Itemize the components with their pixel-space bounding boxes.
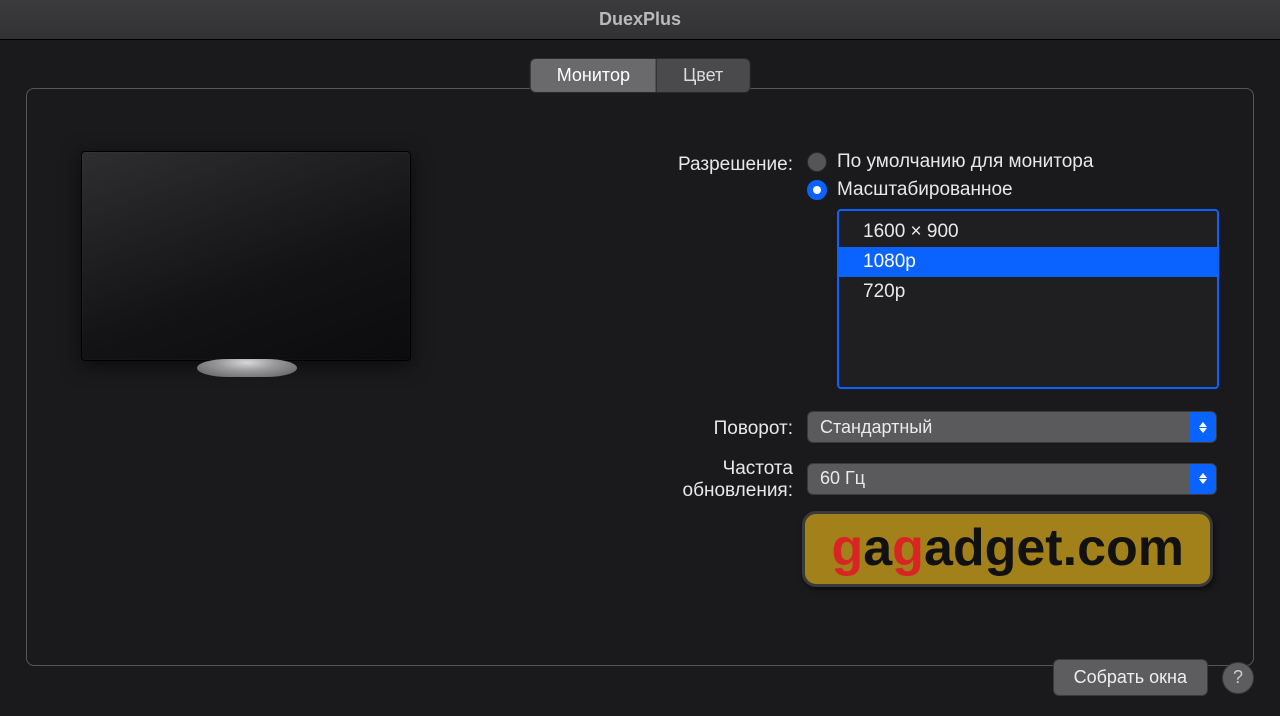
resolution-option[interactable]: 1600 × 900	[839, 217, 1217, 247]
tab-monitor[interactable]: Монитор	[531, 59, 656, 92]
bottom-bar: Собрать окна ?	[1053, 659, 1254, 696]
settings-panel: Разрешение: По умолчанию для монитора Ма…	[26, 88, 1254, 666]
radio-default-label: По умолчанию для монитора	[837, 151, 1093, 173]
label-resolution: Разрешение:	[607, 151, 807, 176]
label-rotation: Поворот:	[607, 415, 807, 440]
resolution-option[interactable]: 1080p	[839, 247, 1217, 277]
content-area: Монитор Цвет Разрешение: По умолчанию дл…	[0, 40, 1280, 716]
row-rotation: Поворот: Стандартный	[607, 411, 1231, 443]
window-titlebar: DuexPlus	[0, 0, 1280, 40]
monitor-preview-stand	[197, 359, 297, 377]
rotation-value: Стандартный	[820, 417, 932, 438]
help-button[interactable]: ?	[1222, 662, 1254, 694]
refresh-value: 60 Гц	[820, 468, 865, 489]
radio-scaled-resolution[interactable]: Масштабированное	[807, 179, 1231, 201]
chevron-updown-icon	[1190, 412, 1216, 442]
resolution-option[interactable]: 720p	[839, 277, 1217, 307]
refresh-popup[interactable]: 60 Гц	[807, 463, 1217, 495]
window-title: DuexPlus	[599, 9, 681, 30]
row-resolution: Разрешение: По умолчанию для монитора Ма…	[607, 151, 1231, 389]
monitor-preview	[81, 151, 411, 361]
tab-color[interactable]: Цвет	[656, 59, 749, 92]
watermark-part: g	[892, 519, 924, 577]
watermark-part: adget.com	[924, 519, 1184, 577]
label-refresh: Частота обновления:	[607, 455, 807, 502]
radio-icon	[807, 152, 827, 172]
radio-default-resolution[interactable]: По умолчанию для монитора	[807, 151, 1231, 173]
watermark-part: a	[863, 519, 892, 577]
watermark-part: g	[831, 519, 863, 577]
chevron-updown-icon	[1190, 464, 1216, 494]
radio-icon	[807, 180, 827, 200]
watermark-badge: gagadget.com	[802, 511, 1213, 587]
resolution-listbox[interactable]: 1600 × 900 1080p 720p	[837, 209, 1219, 389]
settings-column: Разрешение: По умолчанию для монитора Ма…	[607, 151, 1231, 514]
row-refresh: Частота обновления: 60 Гц	[607, 455, 1231, 502]
tab-group: Монитор Цвет	[530, 58, 751, 93]
gather-windows-button[interactable]: Собрать окна	[1053, 659, 1208, 696]
rotation-popup[interactable]: Стандартный	[807, 411, 1217, 443]
radio-scaled-label: Масштабированное	[837, 179, 1013, 201]
